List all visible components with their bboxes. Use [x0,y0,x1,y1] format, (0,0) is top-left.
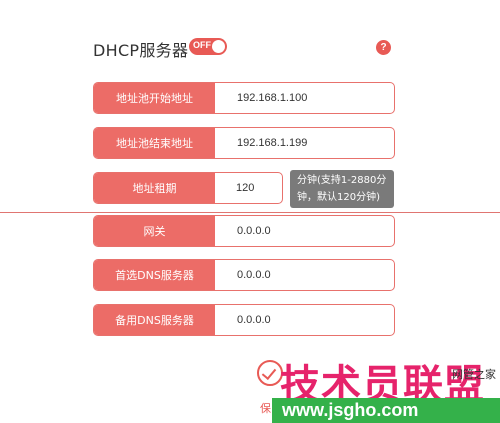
pool-start-label: 地址池开始地址 [94,83,215,113]
watermark-sub: 网管之家 [452,368,496,381]
lease-input[interactable]: 120 [236,173,254,203]
dhcp-toggle[interactable]: OFF [189,38,227,55]
gateway-input[interactable]: 0.0.0.0 [237,216,271,246]
help-icon[interactable]: ? [376,40,391,55]
primary-dns-row: 首选DNS服务器 0.0.0.0 [93,259,395,291]
primary-dns-label: 首选DNS服务器 [94,260,215,290]
lease-hint: 分钟(支持1-2880分 钟，默认120分钟) [290,170,394,208]
pool-end-label: 地址池结束地址 [94,128,215,158]
lease-label: 地址租期 [94,173,215,203]
divider [0,212,500,213]
primary-dns-input[interactable]: 0.0.0.0 [237,260,271,290]
secondary-dns-label: 备用DNS服务器 [94,305,215,335]
page-title: DHCP服务器 [93,41,189,60]
save-label: 保 [260,402,271,415]
lease-hint-line1: 分钟(支持1-2880分 [297,175,387,186]
lease-hint-line2: 钟，默认120分钟) [297,192,380,203]
watermark-url: www.jsgho.com [282,400,419,420]
secondary-dns-row: 备用DNS服务器 0.0.0.0 [93,304,395,336]
gateway-label: 网关 [94,216,215,246]
gateway-row: 网关 0.0.0.0 [93,215,395,247]
lease-row: 地址租期 120 [93,172,283,204]
pool-end-row: 地址池结束地址 192.168.1.199 [93,127,395,159]
pool-start-input[interactable]: 192.168.1.100 [237,83,307,113]
toggle-knob [212,40,225,53]
toggle-label: OFF [193,40,211,50]
pool-start-row: 地址池开始地址 192.168.1.100 [93,82,395,114]
secondary-dns-input[interactable]: 0.0.0.0 [237,305,271,335]
pool-end-input[interactable]: 192.168.1.199 [237,128,307,158]
